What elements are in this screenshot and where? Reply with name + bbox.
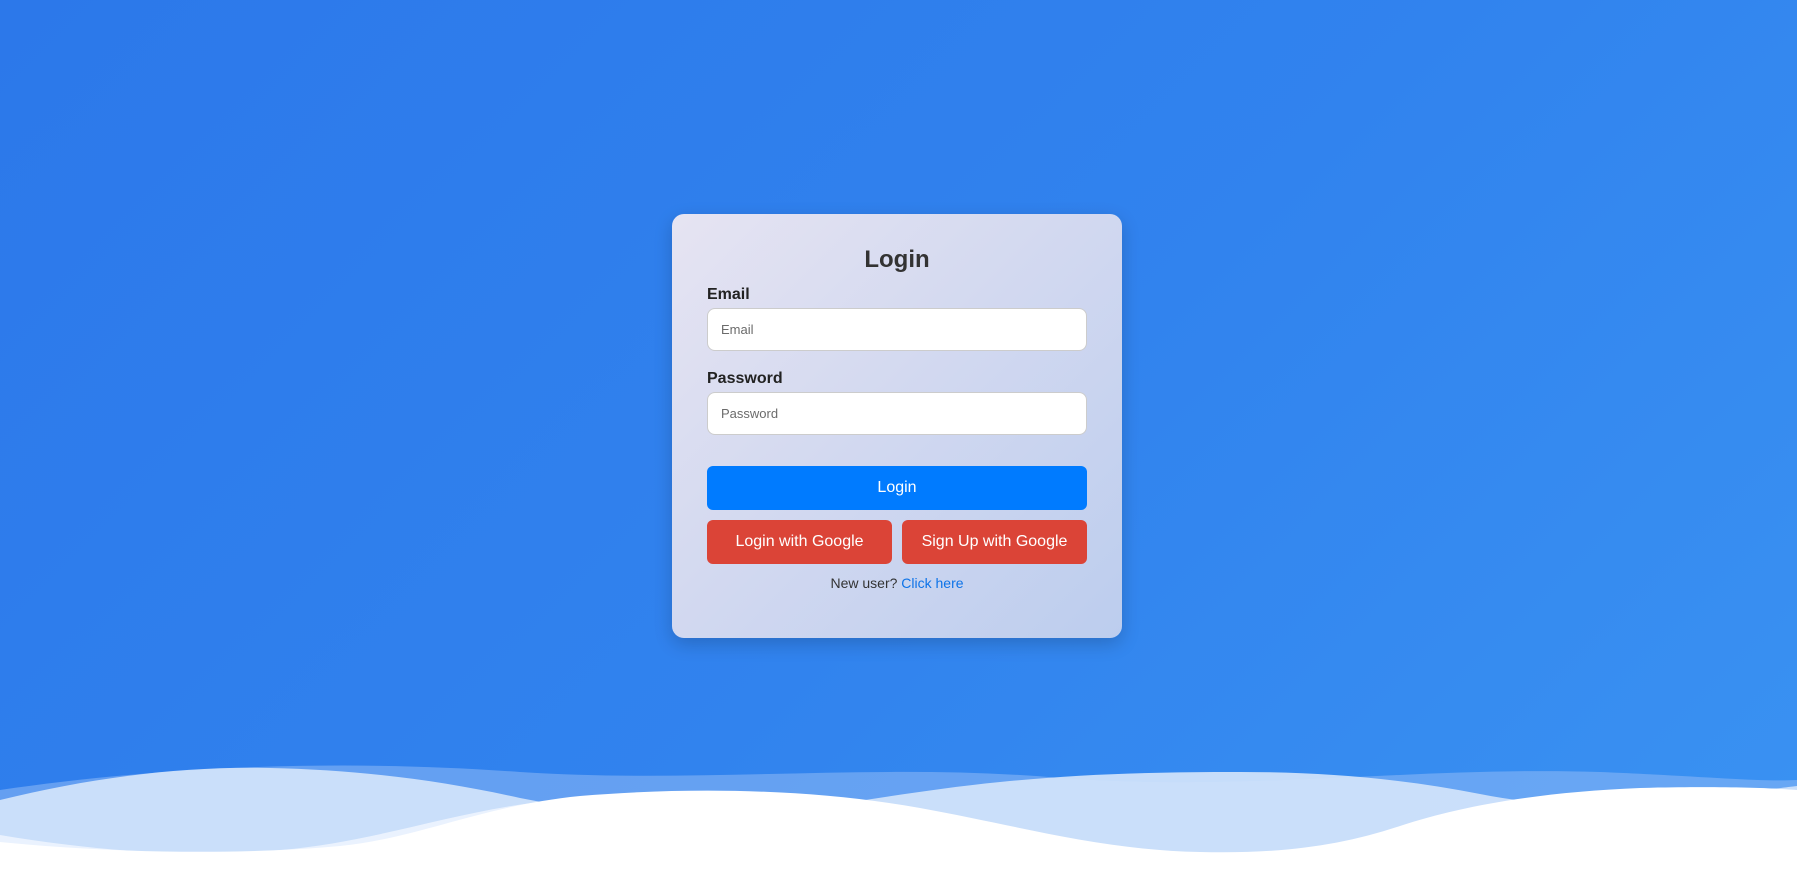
login-with-google-button[interactable]: Login with Google — [707, 520, 892, 564]
wave-mid-1 — [0, 767, 1797, 872]
login-card: Login Email Password Login Login with Go… — [672, 214, 1122, 638]
login-button[interactable]: Login — [707, 466, 1087, 510]
new-user-prompt: New user? Click here — [707, 574, 1087, 592]
new-user-text: New user? — [830, 575, 898, 591]
wave-front — [0, 787, 1797, 872]
email-label: Email — [707, 286, 750, 303]
password-input[interactable] — [707, 392, 1087, 435]
sign-up-with-google-button[interactable]: Sign Up with Google — [902, 520, 1087, 564]
wave-mid-2 — [0, 788, 1797, 872]
wave-back — [0, 765, 1797, 872]
email-input[interactable] — [707, 308, 1087, 351]
login-title: Login — [864, 246, 930, 273]
password-label: Password — [707, 370, 783, 387]
google-buttons-row: Login with Google Sign Up with Google — [707, 520, 1087, 564]
click-here-link[interactable]: Click here — [901, 575, 963, 591]
